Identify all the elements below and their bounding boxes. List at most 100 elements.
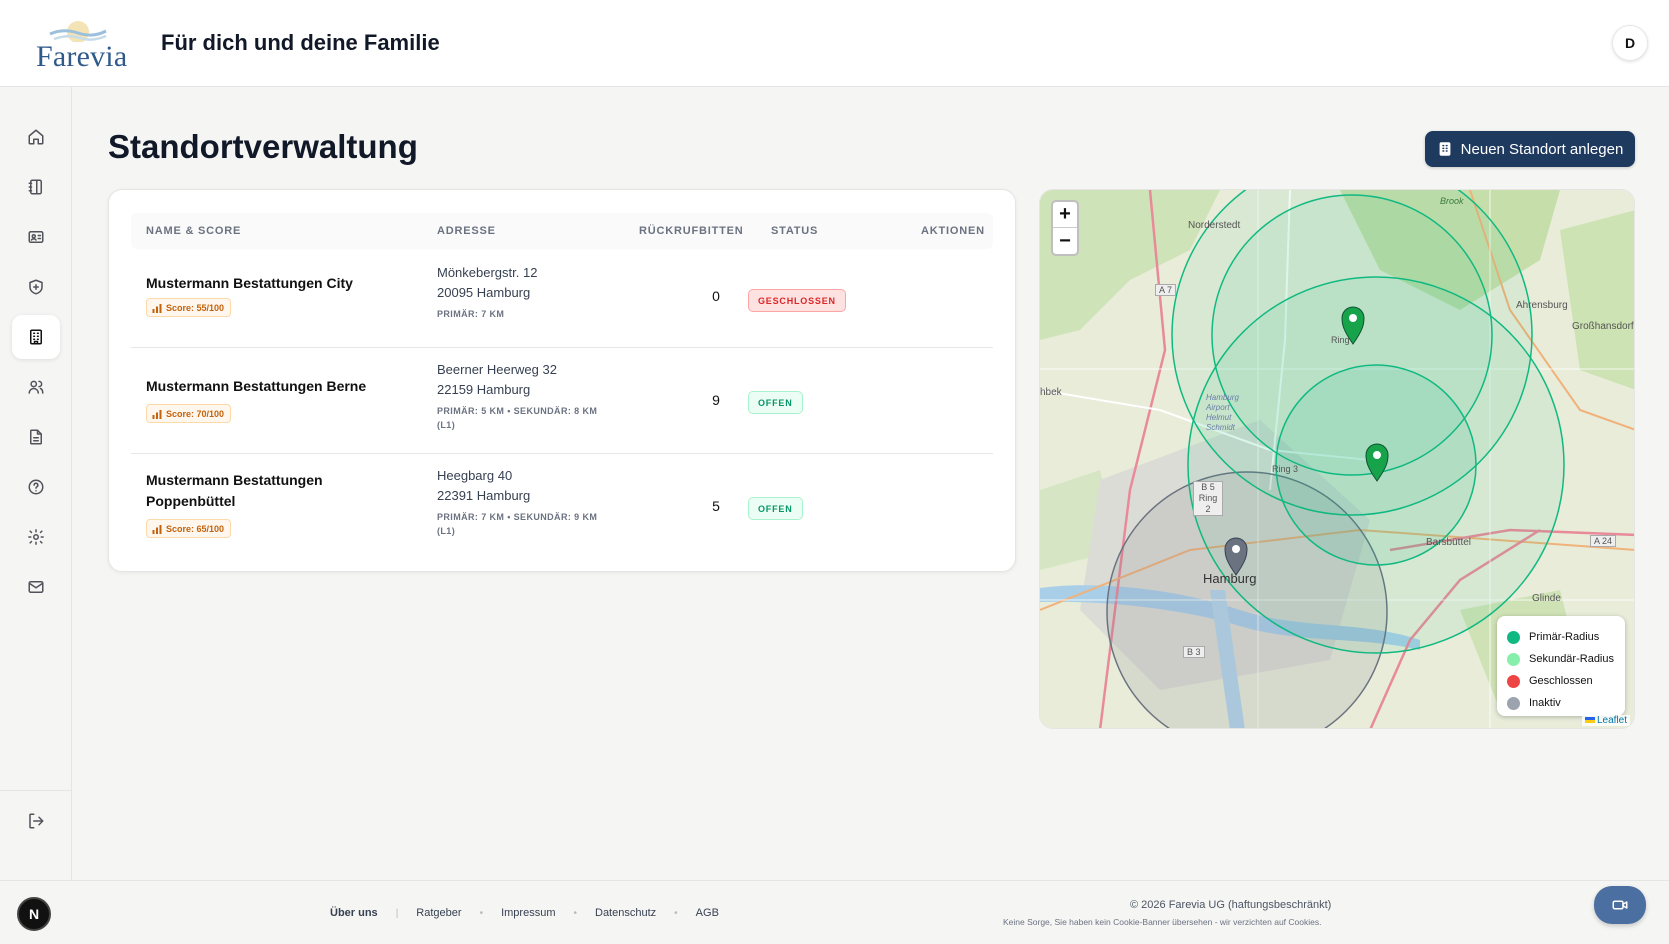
footer-links: Über uns | Ratgeber • Impressum • Datens… [330,907,719,919]
footer-link-terms[interactable]: AGB [696,907,719,919]
address-street: Mönkebergstr. 12 [437,265,538,280]
sidebar-item-messages[interactable] [12,565,60,609]
legend-dot [1507,674,1520,688]
map-label-b5: B 5 Ring 2 [1193,481,1223,516]
sidebar-item-users[interactable] [12,365,60,409]
sidebar-divider [0,790,72,791]
header: Farevia Für dich und deine Familie D [0,0,1669,87]
table-row[interactable]: Mustermann Bestattungen Berne Score: 70/… [131,348,993,454]
map-label-a24: A 24 [1590,535,1617,547]
footer-link-privacy[interactable]: Datenschutz [595,907,656,919]
legend-item-closed: Geschlossen [1507,670,1625,692]
sidebar-item-notebook[interactable] [12,165,60,209]
sidebar [0,87,72,880]
table-row[interactable]: Mustermann Bestattungen City Score: 55/1… [131,249,993,348]
gear-icon [28,529,44,545]
map-label-barsbuttel: Barsbüttel [1426,537,1472,548]
farevia-logo[interactable]: Farevia [30,16,130,76]
footer: N Über uns | Ratgeber • Impressum • Date… [0,880,1669,944]
document-icon [30,429,42,445]
sidebar-item-settings[interactable] [12,515,60,559]
address-city: 22391 Hamburg [437,488,531,503]
score-text: Score: 55/100 [166,302,225,313]
callbacks-count: 5 [712,498,720,514]
address-city: 22159 Hamburg [437,382,531,397]
footer-separator: • [573,907,577,919]
map-legend: Primär-Radius Sekundär-Radius Geschlosse… [1497,616,1625,716]
bar-chart-icon [152,303,162,313]
sidebar-item-help[interactable] [12,465,60,509]
mail-icon [28,581,44,593]
home-icon [28,129,44,145]
address-street: Heegbarg 40 [437,468,513,483]
status-badge: OFFEN [748,497,803,520]
location-name: Mustermann Bestattungen Poppenbüttel [146,472,323,509]
sidebar-item-locations[interactable] [12,315,60,359]
map-label-edge: hbek [1040,387,1062,398]
address-city: 20095 Hamburg [437,285,531,300]
legend-dot [1507,630,1520,644]
sidebar-item-home[interactable] [12,115,60,159]
map-label-airport: Hamburg Airport Helmut Schmidt [1206,393,1239,432]
map-label-brook: Brook [1440,196,1464,206]
next-badge[interactable]: N [17,897,51,931]
map-attribution[interactable]: Leaflet [1581,715,1630,726]
map-label-ring2-text: Ring 2 [1198,493,1218,514]
new-location-button[interactable]: Neuen Standort anlegen [1425,131,1635,167]
map-label-ahrensburg: Ahrensburg [1516,300,1568,311]
legend-label: Inaktiv [1529,697,1561,709]
map-label-ring-mid: Ring 3 [1272,464,1299,474]
radius-info: PRIMÄR: 7 KM • SEKUNDÄR: 9 KM (L1) [437,512,598,536]
footer-link-imprint[interactable]: Impressum [501,907,555,919]
locations-map[interactable]: Norderstedt Ahrensburg Großhansdorf Broo… [1039,189,1635,729]
bar-chart-icon [152,524,162,534]
bar-chart-icon [152,409,162,419]
location-name: Mustermann Bestattungen Berne [146,378,367,394]
table-row[interactable]: Mustermann Bestattungen Poppenbüttel Sco… [131,454,993,560]
footer-separator: | [395,907,399,919]
sidebar-item-protection[interactable] [12,265,60,309]
help-circle-icon [28,479,44,495]
callbacks-count: 9 [712,392,720,408]
video-camera-icon [1612,900,1628,910]
flag-icon [1584,717,1595,723]
attribution-link[interactable]: Leaflet [1597,715,1627,726]
zoom-out-button[interactable]: − [1053,228,1077,254]
new-location-label: Neuen Standort anlegen [1460,140,1624,158]
zoom-in-button[interactable]: + [1053,202,1077,228]
map-label-glinde: Glinde [1532,593,1561,604]
footer-separator: • [674,907,678,919]
building-icon [1439,142,1451,156]
map-label-hamburg: Hamburg [1203,571,1257,586]
column-actions: AKTIONEN [921,225,985,237]
avatar[interactable]: D [1612,25,1648,61]
footer-link-guide[interactable]: Ratgeber [416,907,461,919]
legend-item-secondary: Sekundär-Radius [1507,648,1625,670]
legend-dot [1507,652,1520,666]
sidebar-item-documents[interactable] [12,415,60,459]
logout-button[interactable] [12,799,60,843]
score-text: Score: 65/100 [166,523,225,534]
table-header: NAME & SCORE ADRESSE RÜCKRUFBITTEN STATU… [131,213,993,249]
sidebar-item-profile[interactable] [12,215,60,259]
footer-link-about[interactable]: Über uns [330,907,378,919]
callbacks-count: 0 [712,288,720,304]
logout-icon [29,813,44,829]
legend-label: Primär-Radius [1529,631,1600,643]
legend-item-inactive: Inaktiv [1507,692,1625,714]
footer-separator: • [479,907,484,919]
legend-label: Sekundär-Radius [1529,653,1614,665]
score-badge: Score: 55/100 [146,298,232,317]
users-icon [28,380,44,394]
video-call-button[interactable] [1594,886,1646,924]
score-badge: Score: 70/100 [146,404,232,423]
status-badge: OFFEN [748,391,803,414]
map-zoom-control: + − [1051,200,1079,256]
map-label-b5-text: B 5 [1201,482,1215,492]
sun-waves-icon [49,21,107,42]
score-badge: Score: 65/100 [146,519,232,538]
locations-table-card: NAME & SCORE ADRESSE RÜCKRUFBITTEN STATU… [108,189,1016,572]
radius-info: PRIMÄR: 7 KM [437,309,505,319]
column-callbacks: RÜCKRUFBITTEN [639,225,744,237]
map-label-ring-top: Ring [1331,335,1350,345]
